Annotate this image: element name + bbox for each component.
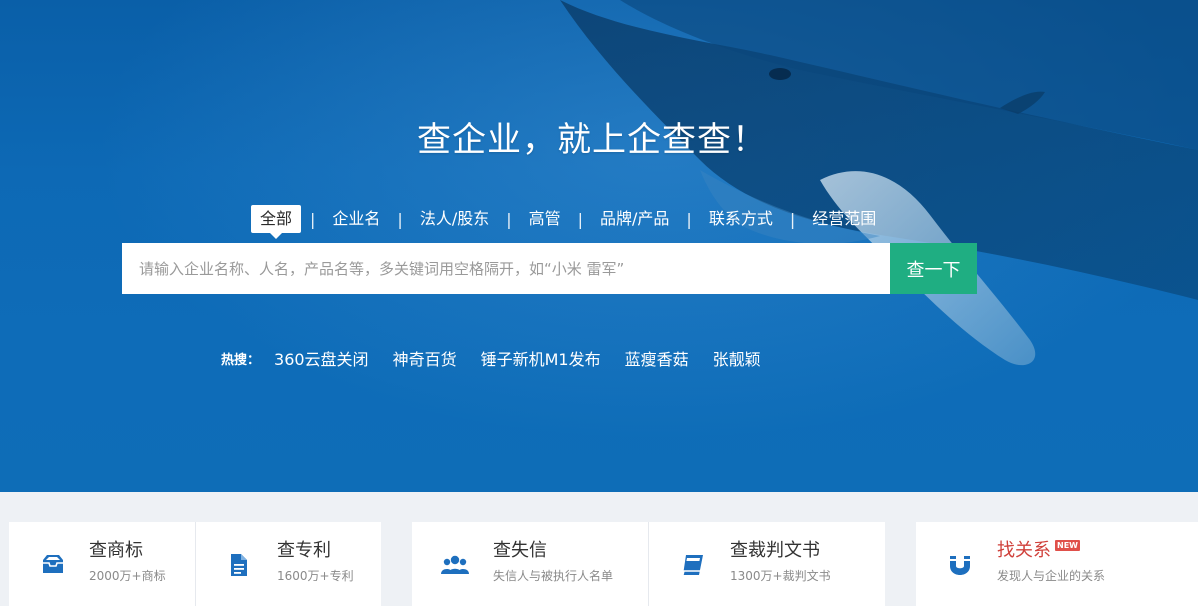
card-trademark[interactable]: 查商标 2000万+商标	[9, 522, 195, 606]
card-subtitle: 2000万+商标	[89, 569, 166, 583]
book-icon	[682, 555, 703, 576]
card-title: 查商标	[89, 540, 143, 561]
card-subtitle: 1300万+裁判文书	[730, 569, 831, 583]
card-patent[interactable]: 查专利 1600万+专利	[195, 522, 381, 606]
hero-slogan: 查企业，就上企查查！	[417, 120, 767, 160]
tab-separator: |	[789, 209, 796, 229]
hot-search-link[interactable]: 神奇百货	[393, 346, 457, 370]
tab-contact[interactable]: 联系方式	[701, 205, 781, 233]
inbox-icon	[43, 555, 63, 573]
card-subtitle: 1600万+专利	[277, 569, 354, 583]
search-button[interactable]: 查一下	[890, 243, 977, 294]
new-badge: NEW	[1055, 540, 1080, 551]
hot-search-link[interactable]: 张靓颖	[713, 346, 761, 370]
tab-separator: |	[686, 209, 692, 229]
tab-company-name[interactable]: 企业名	[324, 205, 388, 233]
tab-separator: |	[310, 209, 316, 229]
tab-business-scope[interactable]: 经营范围	[804, 205, 884, 233]
tab-all[interactable]: 全部	[251, 205, 302, 239]
hot-search-label: 热搜：	[221, 352, 261, 368]
tab-legal-person[interactable]: 法人/股东	[412, 205, 497, 233]
tab-separator: |	[506, 209, 512, 229]
tab-brand-product[interactable]: 品牌/产品	[592, 205, 677, 233]
tab-executive[interactable]: 高管	[521, 205, 569, 233]
hot-search-link[interactable]: 360云盘关闭	[274, 346, 369, 370]
card-title: 查裁判文书	[730, 540, 820, 561]
hot-search-link[interactable]: 锤子新机M1发布	[481, 346, 601, 370]
feature-group-ip: 查商标 2000万+商标 查专利 1600万+专利	[9, 522, 381, 606]
card-dishonest[interactable]: 查失信 失信人与被执行人名单	[412, 522, 648, 606]
card-title: 查专利	[277, 540, 331, 561]
users-icon	[441, 555, 469, 574]
card-relation[interactable]: 找关系 NEW 发现人与企业的关系	[916, 522, 1198, 606]
search-input[interactable]	[122, 243, 890, 294]
card-subtitle: 失信人与被执行人名单	[493, 569, 614, 583]
card-subtitle: 发现人与企业的关系	[997, 569, 1106, 583]
tab-separator: |	[397, 209, 403, 229]
feature-group-relation: 找关系 NEW 发现人与企业的关系	[916, 522, 1198, 606]
tab-separator: |	[577, 209, 584, 229]
magnet-icon	[950, 556, 970, 575]
hot-search-link[interactable]: 蓝瘦香菇	[625, 346, 689, 370]
card-title-text: 找关系	[997, 540, 1051, 561]
card-title: 查失信	[493, 540, 547, 561]
search-type-tabs: 全部 | 企业名 | 法人/股东 | 高管 | 品牌/产品 | 联系方式 | 经…	[251, 205, 884, 239]
feature-cards: 查商标 2000万+商标 查专利 1600万+专利 查失信 失信人与被执行人名单…	[0, 492, 1198, 606]
card-judgment[interactable]: 查裁判文书 1300万+裁判文书	[648, 522, 885, 606]
hero-banner: 查企业，就上企查查！ 全部 | 企业名 | 法人/股东 | 高管 | 品牌/产品…	[0, 0, 1198, 492]
feature-group-credit: 查失信 失信人与被执行人名单 查裁判文书 1300万+裁判文书	[412, 522, 885, 606]
document-icon	[231, 554, 247, 576]
card-title: 找关系 NEW	[997, 536, 1080, 562]
hot-search-bar: 热搜： 360云盘关闭 神奇百货 锤子新机M1发布 蓝瘦香菇 张靓颖	[221, 346, 785, 370]
